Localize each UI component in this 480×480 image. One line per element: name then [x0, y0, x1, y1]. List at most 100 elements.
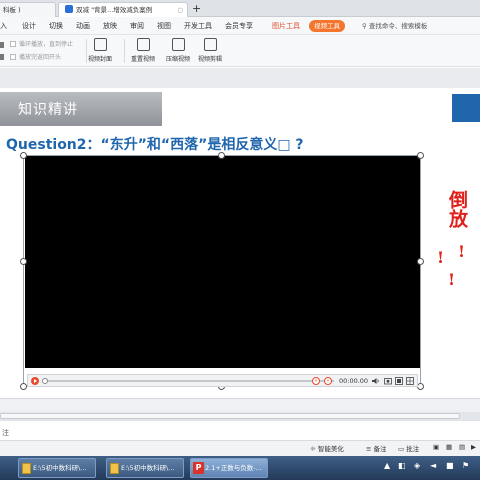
slide-sorter-button[interactable]: ▦ — [446, 443, 452, 451]
tab-strip: 科板 ) 双减 "背景...增效减负案例 ○ + — [0, 0, 480, 17]
resize-handle[interactable] — [417, 383, 424, 390]
side-annotation-text[interactable]: 倒放 — [446, 190, 468, 228]
button-label: 视频剪辑 — [197, 56, 222, 63]
play-icon[interactable] — [31, 377, 39, 385]
menu-slideshow[interactable]: 放映 — [103, 17, 117, 35]
ribbon-video-tools: 循环播放，直到停止 播放完返回开头 视频封面 重置视频 压缩视频 视频剪辑 — [0, 35, 480, 67]
checkbox-label: 播放完返回开头 — [19, 54, 62, 61]
resize-handle[interactable] — [218, 152, 225, 159]
ribbon-divider — [124, 39, 125, 63]
progress-track[interactable] — [44, 380, 334, 382]
notes-pane[interactable] — [0, 420, 480, 440]
reset-video-icon — [136, 38, 150, 51]
smart-beautify-button[interactable]: ☼ 智能美化 — [310, 443, 344, 453]
folder-icon — [22, 463, 31, 474]
checkbox-label: 循环播放，直到停止 — [19, 41, 74, 48]
taskbar-folder-window[interactable]: E:\5初中数科研\... — [106, 458, 184, 478]
video-trim-button[interactable]: 视频剪辑 — [194, 38, 226, 63]
exclamation-mark: ! — [448, 270, 456, 289]
reading-view-button[interactable]: ▤ — [459, 443, 465, 451]
menu-review[interactable]: 审阅 — [130, 17, 144, 35]
menu-animation[interactable]: 动画 — [76, 17, 90, 35]
menu-transition[interactable]: 切换 — [49, 17, 63, 35]
menu-developer[interactable]: 开发工具 — [184, 17, 212, 35]
smart-beautify-label: 智能美化 — [317, 445, 344, 453]
slide-title: 知识精讲 — [18, 102, 78, 118]
menu-member[interactable]: 会员专享 — [225, 17, 253, 35]
video-player[interactable] — [25, 156, 420, 368]
new-tab-button[interactable]: + — [192, 1, 201, 16]
menu-design[interactable]: 设计 — [22, 17, 36, 35]
search-icon: ⚲ — [362, 22, 367, 30]
checkbox-icon — [10, 54, 16, 60]
tray-app-icon[interactable]: ■ — [446, 461, 454, 470]
folder-icon — [110, 463, 119, 474]
tab-document-1[interactable]: 科板 ) — [0, 2, 56, 17]
scrollbar-thumb[interactable] — [0, 413, 460, 419]
button-label: 重置视频 — [130, 56, 155, 63]
notes-label: 注 — [2, 429, 9, 437]
decorative-blue-block — [452, 94, 480, 122]
comments-label: 批注 — [406, 445, 420, 453]
taskbar-wps-window[interactable]: P 2.1+正数与负数-... — [190, 458, 268, 478]
question-text[interactable]: Question2：“东升”和“西落”是相反意义□ ? — [6, 134, 304, 154]
tray-volume-icon[interactable]: ◄ — [430, 461, 436, 470]
menu-view[interactable]: 视图 — [157, 17, 171, 35]
loop-playback-checkbox[interactable]: 循环播放，直到停止 — [10, 39, 73, 49]
compress-video-icon — [171, 38, 185, 51]
menu-bar: 入 设计 切换 动画 放映 审阅 视图 开发工具 会员专享 图片工具 视频工具 … — [0, 17, 480, 35]
slideshow-button[interactable]: ▶ — [471, 443, 476, 451]
tray-app-icon[interactable]: ◈ — [414, 461, 420, 470]
video-controls: « » 00:00.00 — [27, 374, 418, 387]
menu-picture-tools[interactable]: 图片工具 — [272, 17, 300, 35]
menu-insert[interactable]: 入 — [0, 17, 7, 35]
fast-forward-icon[interactable]: » — [324, 377, 332, 385]
notes-icon: ≡ — [366, 445, 372, 453]
wps-doc-icon — [65, 5, 73, 13]
task-label: E:\5初中数科研\... — [33, 464, 87, 472]
tray-flag-icon[interactable]: ⚑ — [462, 461, 469, 470]
resize-handle[interactable] — [20, 258, 27, 265]
tab-document-2[interactable]: 双减 "背景...增效减负案例 ○ — [58, 2, 188, 17]
resize-handle[interactable] — [417, 258, 424, 265]
tray-up-arrow-icon[interactable]: ▲ — [384, 461, 390, 470]
ribbon-edge-mark — [0, 54, 4, 60]
video-cover-button[interactable]: 视频封面 — [84, 38, 116, 63]
comments-toggle-button[interactable]: ▭ 批注 — [398, 443, 419, 453]
checkbox-icon — [10, 41, 16, 47]
fullscreen-icon[interactable] — [395, 377, 403, 385]
rewind-icon[interactable]: « — [312, 377, 320, 385]
volume-icon[interactable] — [372, 377, 380, 385]
ribbon-edge-mark — [0, 42, 4, 48]
beautify-icon: ☼ — [310, 445, 316, 453]
close-tab-icon[interactable]: ○ — [177, 3, 183, 18]
normal-view-button[interactable]: ▣ — [433, 443, 439, 451]
grid-icon[interactable] — [406, 377, 414, 385]
reset-video-button[interactable]: 重置视频 — [127, 38, 159, 63]
resize-handle[interactable] — [20, 383, 27, 390]
button-label: 压缩视频 — [165, 56, 190, 63]
exclamation-mark: ! — [437, 248, 445, 267]
button-label: 视频封面 — [87, 56, 112, 63]
comment-icon: ▭ — [398, 445, 405, 453]
video-cover-icon — [93, 38, 107, 51]
resize-handle[interactable] — [20, 152, 27, 159]
playback-time: 00:00.00 — [339, 377, 369, 385]
resize-handle[interactable] — [417, 152, 424, 159]
notes-toggle-button[interactable]: ≡ 备注 — [366, 443, 387, 453]
menu-video-tools[interactable]: 视频工具 — [309, 20, 345, 32]
taskbar-folder-window[interactable]: E:\5初中数科研\... — [18, 458, 96, 478]
task-label: 2.1+正数与负数-... — [205, 464, 262, 472]
tray-network-icon[interactable]: ◧ — [398, 461, 406, 470]
exclamation-mark: ! — [458, 242, 466, 261]
progress-knob[interactable] — [42, 378, 48, 384]
video-trim-icon — [203, 38, 217, 51]
wps-presentation-icon: P — [193, 462, 204, 474]
command-search-placeholder: 查找命令、搜索模板 — [368, 22, 428, 30]
task-label: E:\5初中数科研\... — [121, 464, 175, 472]
command-search[interactable]: ⚲ 查找命令、搜索模板 — [362, 17, 427, 35]
rewind-after-playing-checkbox[interactable]: 播放完返回开头 — [10, 52, 61, 62]
screenshot-icon[interactable] — [384, 377, 392, 385]
tab-label: 双减 "背景...增效减负案例 — [76, 6, 153, 14]
compress-video-button[interactable]: 压缩视频 — [162, 38, 194, 63]
